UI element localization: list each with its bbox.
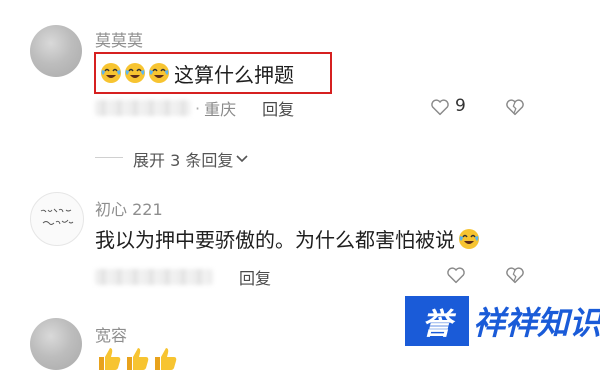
watermark-badge: 誉 — [405, 296, 469, 346]
blurred-date — [95, 100, 191, 116]
avatar[interactable] — [30, 25, 82, 77]
comment-body: 这算什么押题 — [100, 58, 294, 88]
dot-separator: · — [195, 98, 201, 118]
comment-body: 我以为押中要骄傲的。为什么都害怕被说 — [95, 224, 480, 253]
comment-body — [95, 344, 179, 372]
thumbs-up-emoji-icon — [99, 348, 121, 370]
avatar[interactable] — [30, 192, 84, 246]
thumbs-up-emoji-icon — [155, 348, 177, 370]
broken-heart-icon[interactable] — [505, 266, 525, 284]
comment-username[interactable]: 初心 221 — [95, 196, 163, 220]
comment-username[interactable]: 宽容 — [95, 322, 127, 346]
laughing-crying-emoji-icon — [101, 63, 121, 83]
broken-heart-icon[interactable] — [505, 98, 525, 116]
comment-meta: 回复 — [95, 265, 271, 289]
comment-meta: · 重庆 回复 — [95, 96, 294, 120]
laughing-crying-emoji-icon — [125, 63, 145, 83]
expand-divider — [95, 157, 123, 158]
comment-text: 这算什么押题 — [174, 62, 294, 87]
comment-username[interactable]: 莫莫莫 — [95, 27, 143, 51]
handwriting-avatar-image — [40, 208, 74, 225]
heart-outline-icon[interactable] — [430, 98, 450, 116]
blurred-date — [95, 269, 213, 285]
like-count: 9 — [455, 96, 466, 116]
expand-replies-label: 展开 3 条回复 — [133, 151, 234, 170]
reply-button[interactable]: 回复 — [239, 265, 271, 289]
comment-text: 我以为押中要骄傲的。为什么都害怕被说 — [95, 228, 455, 252]
heart-outline-icon[interactable] — [446, 266, 466, 284]
expand-replies-button[interactable]: 展开 3 条回复 — [133, 147, 248, 171]
chevron-down-icon — [236, 155, 248, 163]
thumbs-up-emoji-icon — [127, 348, 149, 370]
reply-button[interactable]: 回复 — [262, 96, 294, 120]
laughing-crying-emoji-icon — [459, 228, 479, 249]
watermark: 誉 祥祥知识 — [405, 296, 600, 346]
comment-location: 重庆 — [204, 100, 237, 119]
avatar[interactable] — [30, 318, 82, 370]
laughing-crying-emoji-icon — [149, 63, 169, 83]
watermark-text: 祥祥知识 — [473, 304, 600, 342]
